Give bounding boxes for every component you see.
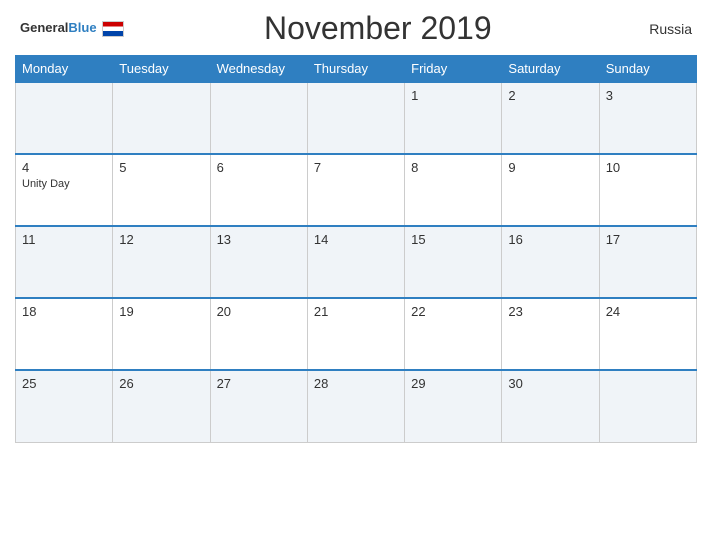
day-number: 14 [314, 232, 398, 247]
header-thursday: Thursday [307, 56, 404, 83]
calendar-cell: 25 [16, 370, 113, 442]
calendar-cell: 12 [113, 226, 210, 298]
logo-flag-icon [102, 21, 124, 37]
day-number: 18 [22, 304, 106, 319]
calendar-week-5: 25 26 27 28 29 30 [16, 370, 697, 442]
day-number: 4 [22, 160, 106, 175]
day-number: 6 [217, 160, 301, 175]
calendar-cell: 9 [502, 154, 599, 226]
calendar-cell: 27 [210, 370, 307, 442]
header-saturday: Saturday [502, 56, 599, 83]
calendar-cell: 24 [599, 298, 696, 370]
weekday-header-row: Monday Tuesday Wednesday Thursday Friday… [16, 56, 697, 83]
calendar-table: Monday Tuesday Wednesday Thursday Friday… [15, 55, 697, 443]
day-number: 30 [508, 376, 592, 391]
header-sunday: Sunday [599, 56, 696, 83]
calendar-cell [113, 82, 210, 154]
calendar-body: 1234Unity Day567891011121314151617181920… [16, 82, 697, 442]
day-number: 12 [119, 232, 203, 247]
calendar-cell: 29 [405, 370, 502, 442]
calendar-cell: 7 [307, 154, 404, 226]
logo-general-text: General [20, 20, 68, 35]
calendar-header-row: Monday Tuesday Wednesday Thursday Friday… [16, 56, 697, 83]
day-number: 2 [508, 88, 592, 103]
calendar-week-2: 4 Unity Day 56789 10 [16, 154, 697, 226]
day-number: 13 [217, 232, 301, 247]
calendar-cell: 4 Unity Day [16, 154, 113, 226]
day-number: 11 [22, 232, 106, 247]
calendar-cell [307, 82, 404, 154]
header-wednesday: Wednesday [210, 56, 307, 83]
day-number: 22 [411, 304, 495, 319]
month-title: November 2019 [124, 10, 632, 47]
logo-blue-text: Blue [68, 20, 96, 35]
header-monday: Monday [16, 56, 113, 83]
day-number: 7 [314, 160, 398, 175]
day-number: 9 [508, 160, 592, 175]
calendar-cell: 1 [405, 82, 502, 154]
calendar-cell: 18 [16, 298, 113, 370]
calendar-header: GeneralBlue November 2019 Russia [15, 10, 697, 47]
calendar-cell: 3 [599, 82, 696, 154]
logo-text: GeneralBlue [20, 21, 97, 35]
logo: GeneralBlue [20, 21, 124, 37]
calendar-cell: 8 [405, 154, 502, 226]
calendar-week-3: 11 12 13 14 15 16 17 [16, 226, 697, 298]
calendar-cell: 13 [210, 226, 307, 298]
calendar-week-4: 18 19 20 21 22 23 24 [16, 298, 697, 370]
calendar-cell: 26 [113, 370, 210, 442]
day-number: 25 [22, 376, 106, 391]
day-number: 17 [606, 232, 690, 247]
calendar-cell: 22 [405, 298, 502, 370]
day-number: 27 [217, 376, 301, 391]
calendar-cell: 23 [502, 298, 599, 370]
day-number: 20 [217, 304, 301, 319]
day-number: 10 [606, 160, 690, 175]
day-number: 15 [411, 232, 495, 247]
calendar-cell: 6 [210, 154, 307, 226]
calendar-cell [599, 370, 696, 442]
calendar-cell: 17 [599, 226, 696, 298]
day-number: 23 [508, 304, 592, 319]
calendar-cell: 10 [599, 154, 696, 226]
calendar-cell: 19 [113, 298, 210, 370]
calendar-cell: 11 [16, 226, 113, 298]
calendar-cell: 14 [307, 226, 404, 298]
calendar-cell: 16 [502, 226, 599, 298]
day-number: 21 [314, 304, 398, 319]
calendar-cell [210, 82, 307, 154]
calendar-container: GeneralBlue November 2019 Russia Monday … [0, 0, 712, 550]
country-label: Russia [632, 21, 692, 37]
day-number: 8 [411, 160, 495, 175]
calendar-cell: 2 [502, 82, 599, 154]
day-number: 16 [508, 232, 592, 247]
calendar-week-1: 123 [16, 82, 697, 154]
calendar-cell: 21 [307, 298, 404, 370]
day-number: 5 [119, 160, 203, 175]
day-number: 3 [606, 88, 690, 103]
calendar-cell: 30 [502, 370, 599, 442]
day-number: 19 [119, 304, 203, 319]
day-number: 26 [119, 376, 203, 391]
calendar-cell: 15 [405, 226, 502, 298]
day-number: 28 [314, 376, 398, 391]
day-number: 24 [606, 304, 690, 319]
calendar-cell: 20 [210, 298, 307, 370]
logo-general: GeneralBlue [20, 21, 97, 35]
calendar-cell [16, 82, 113, 154]
header-tuesday: Tuesday [113, 56, 210, 83]
day-event: Unity Day [22, 178, 70, 190]
calendar-cell: 28 [307, 370, 404, 442]
calendar-cell: 5 [113, 154, 210, 226]
day-number: 1 [411, 88, 495, 103]
day-number: 29 [411, 376, 495, 391]
header-friday: Friday [405, 56, 502, 83]
